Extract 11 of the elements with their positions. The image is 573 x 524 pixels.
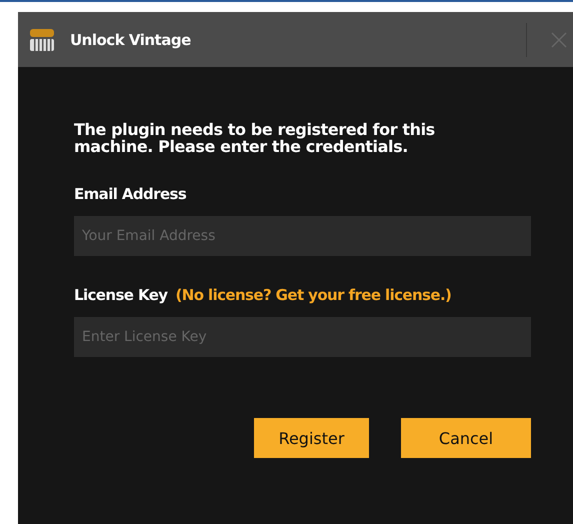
register-button[interactable]: Register <box>254 418 369 458</box>
email-label: Email Address <box>74 185 188 203</box>
close-icon[interactable] <box>551 32 567 48</box>
piano-icon <box>28 26 56 52</box>
instruction-text: The plugin needs to be registered for this machine. Please enter the credentials. <box>74 121 436 155</box>
license-label: License Key <box>74 286 168 304</box>
email-field[interactable]: Your Email Address <box>74 216 531 256</box>
free-license-link[interactable]: (No license? Get your free license.) <box>175 286 452 304</box>
window-title: Unlock Vintage <box>70 30 192 48</box>
cancel-button[interactable]: Cancel <box>401 418 531 458</box>
license-field[interactable]: Enter License Key <box>74 317 531 357</box>
